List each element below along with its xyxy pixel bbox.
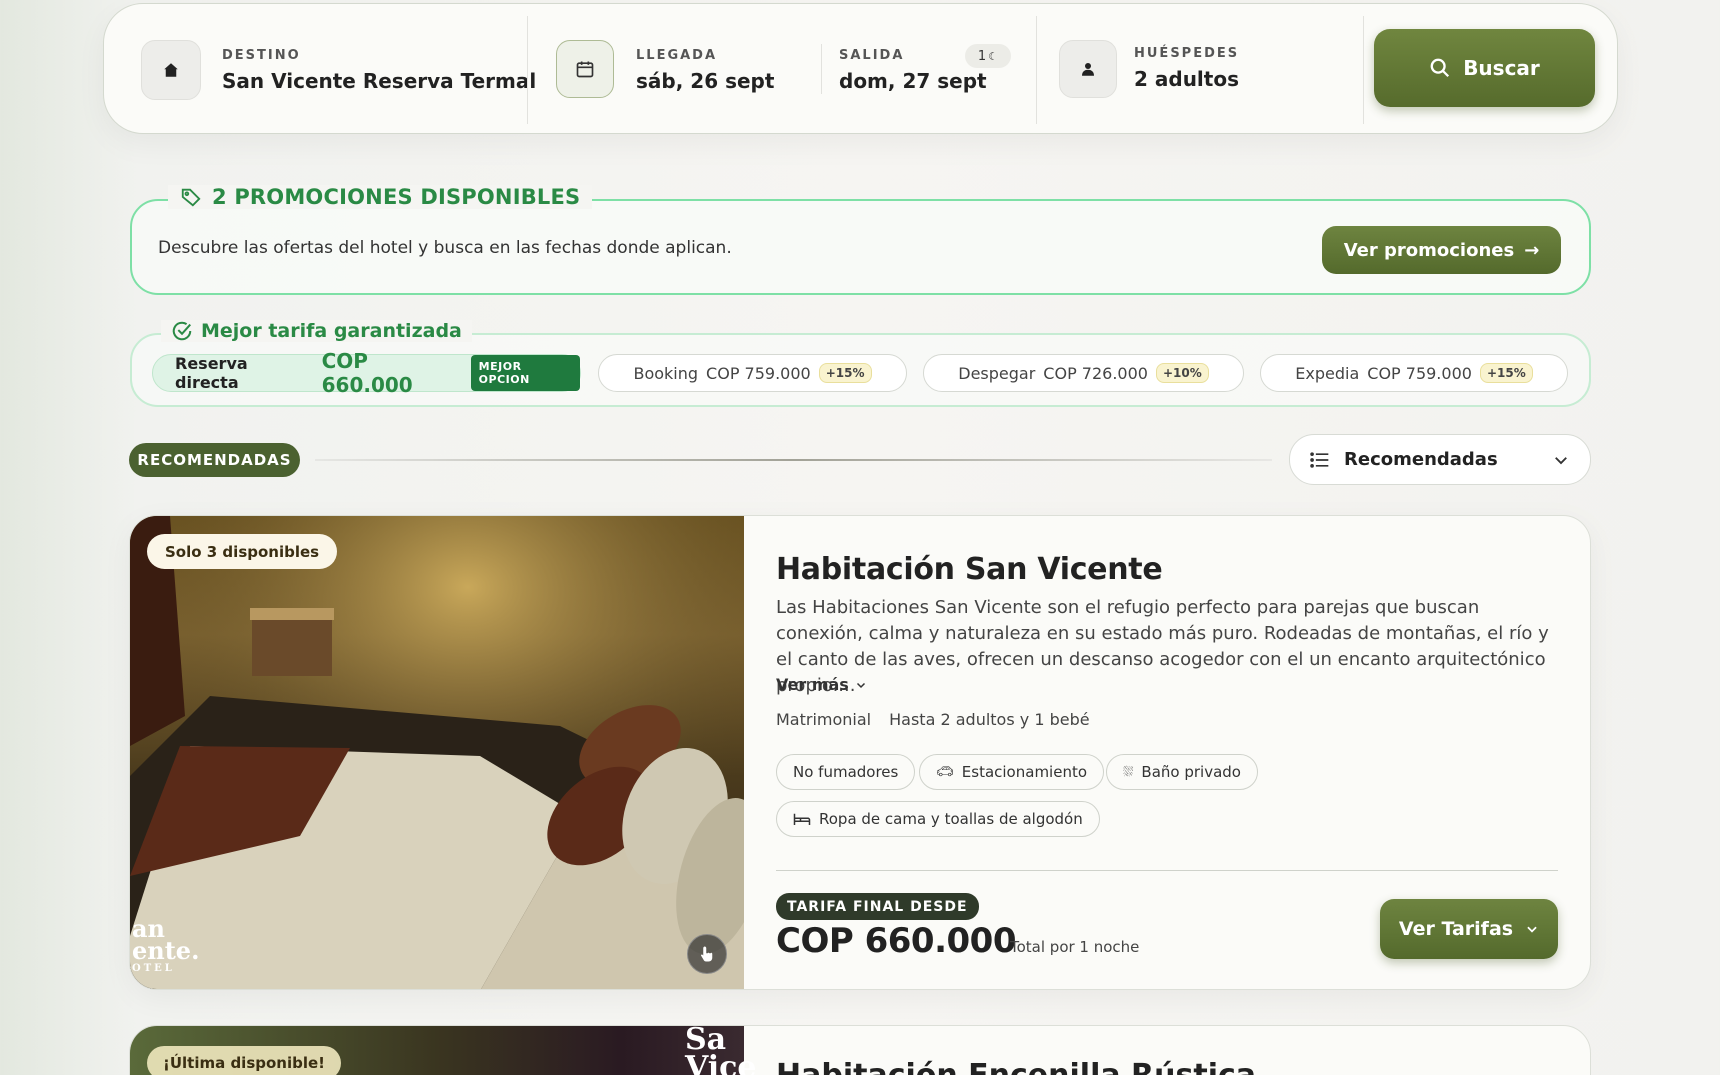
room-capacity: Hasta 2 adultos y 1 bebé bbox=[889, 710, 1090, 729]
best-option-badge: MEJOR OPCION bbox=[470, 355, 580, 391]
see-more-label: Ver más bbox=[776, 675, 849, 694]
room-card: ¡Última disponible! Sa Vice Habitación E… bbox=[129, 1025, 1591, 1075]
amenity-label: Ropa de cama y toallas de algodón bbox=[819, 810, 1083, 828]
chevron-down-icon bbox=[1555, 456, 1567, 464]
room-photo[interactable]: ¡Última disponible! Sa Vice bbox=[130, 1026, 757, 1075]
promotions-title-text: 2 PROMOCIONES DISPONIBLES bbox=[212, 185, 581, 209]
guests-value: 2 adultos bbox=[1134, 67, 1239, 91]
competitor-diff-badge: +15% bbox=[818, 363, 872, 383]
home-icon bbox=[141, 40, 201, 100]
destination-value: San Vicente Reserva Termal bbox=[222, 69, 537, 93]
departure-value: dom, 27 sept bbox=[839, 69, 987, 93]
view-promotions-button[interactable]: Ver promociones → bbox=[1322, 226, 1561, 274]
arrival-value: sáb, 26 sept bbox=[636, 69, 775, 93]
arrow-right-icon: → bbox=[1524, 239, 1540, 261]
amenity-tag: 🚗︎ Estacionamiento bbox=[919, 754, 1105, 790]
view-rates-button[interactable]: Ver Tarifas bbox=[1380, 899, 1558, 959]
room-photo[interactable]: Solo 3 disponibles an ente. OTEL bbox=[130, 516, 744, 989]
guests-label: HUÉSPEDES bbox=[1134, 46, 1240, 61]
section-divider bbox=[315, 459, 1272, 461]
arrival-field[interactable]: LLEGADA sáb, 26 sept bbox=[636, 48, 774, 93]
tag-icon bbox=[181, 188, 201, 207]
amenity-tag: Ropa de cama y toallas de algodón bbox=[776, 801, 1100, 837]
competitor-price: COP 759.000 bbox=[706, 363, 811, 383]
section-badge: RECOMENDADAS bbox=[129, 443, 300, 477]
competitor-name: Despegar bbox=[958, 363, 1036, 383]
availability-badge: ¡Última disponible! bbox=[147, 1046, 342, 1075]
amenity-label: Baño privado bbox=[1141, 763, 1241, 781]
amenity-tag: No fumadores bbox=[776, 754, 916, 790]
arrival-label: LLEGADA bbox=[636, 48, 718, 63]
final-rate-label: TARIFA FINAL DESDE bbox=[776, 893, 979, 920]
room-meta: Matrimonial Hasta 2 adultos y 1 bebé bbox=[776, 710, 1090, 729]
search-button[interactable]: Buscar bbox=[1374, 29, 1595, 107]
amenity-tag: ⛆ Baño privado bbox=[1106, 754, 1258, 790]
direct-rate-label: Reserva directa bbox=[175, 354, 248, 392]
list-icon bbox=[1310, 451, 1329, 468]
divider bbox=[1036, 16, 1037, 124]
room-price: COP 660.000 bbox=[776, 921, 1016, 961]
shower-icon: ⛆ bbox=[1123, 764, 1134, 780]
search-button-label: Buscar bbox=[1463, 56, 1540, 80]
hotel-logo-watermark: Sa Vice bbox=[685, 1026, 757, 1075]
divider bbox=[776, 870, 1558, 871]
calendar-icon bbox=[556, 40, 614, 98]
view-promotions-label: Ver promociones bbox=[1343, 239, 1515, 261]
price-note: Total por 1 noche bbox=[1010, 938, 1140, 956]
nights-count: 1 bbox=[977, 48, 987, 64]
see-more-link[interactable]: Ver más bbox=[776, 675, 867, 694]
competitor-rate-booking: Booking COP 759.000 +15% bbox=[598, 354, 907, 392]
search-icon bbox=[1430, 58, 1450, 78]
best-rate-title: Mejor tarifa garantizada bbox=[161, 320, 472, 342]
competitor-diff-badge: +15% bbox=[1479, 363, 1533, 383]
destination-field[interactable]: DESTINO San Vicente Reserva Termal bbox=[222, 48, 536, 93]
best-rate-title-text: Mejor tarifa garantizada bbox=[201, 320, 462, 342]
moon-icon: ☾ bbox=[988, 49, 999, 63]
hand-pointer-icon bbox=[701, 946, 713, 962]
competitor-rate-despegar: Despegar COP 726.000 +10% bbox=[923, 354, 1244, 392]
competitor-price: COP 759.000 bbox=[1367, 363, 1472, 383]
divider bbox=[1363, 16, 1364, 124]
guests-field[interactable]: HUÉSPEDES 2 adultos bbox=[1134, 46, 1239, 91]
chevron-down-icon bbox=[1527, 926, 1537, 933]
chevron-down-icon bbox=[856, 682, 865, 688]
divider bbox=[821, 44, 822, 94]
sort-value: Recomendadas bbox=[1344, 449, 1498, 470]
gallery-touch-button[interactable] bbox=[687, 934, 727, 974]
nights-badge: 1 ☾ bbox=[965, 44, 1011, 68]
competitor-rate-expedia: Expedia COP 759.000 +15% bbox=[1260, 354, 1568, 392]
watermark-line: Vice bbox=[685, 1050, 757, 1075]
promotions-description: Descubre las ofertas del hotel y busca e… bbox=[158, 238, 732, 258]
sort-dropdown[interactable]: Recomendadas bbox=[1289, 434, 1591, 485]
amenity-label: No fumadores bbox=[793, 763, 899, 781]
user-icon bbox=[1059, 40, 1117, 98]
direct-rate-pill: Reserva directa COP 660.000 MEJOR OPCION bbox=[152, 349, 581, 397]
competitor-price: COP 726.000 bbox=[1043, 363, 1148, 383]
room-title: Habitación Encenilla Rústica bbox=[776, 1058, 1256, 1075]
check-circle-icon bbox=[172, 321, 192, 341]
room-title: Habitación San Vicente bbox=[776, 552, 1163, 587]
destination-label: DESTINO bbox=[222, 48, 301, 63]
room-description: Las Habitaciones San Vicente son el refu… bbox=[776, 597, 1549, 696]
direct-rate-price: COP 660.000 bbox=[321, 349, 413, 397]
divider bbox=[527, 16, 528, 124]
hotel-logo-watermark: an ente. OTEL bbox=[132, 917, 200, 976]
bed-type: Matrimonial bbox=[776, 710, 872, 729]
watermark-line: ente. bbox=[132, 936, 200, 965]
competitor-name: Expedia bbox=[1295, 363, 1360, 383]
room-card: Solo 3 disponibles an ente. OTEL Habitac… bbox=[129, 515, 1591, 990]
amenity-label: Estacionamiento bbox=[961, 763, 1088, 781]
competitor-name: Booking bbox=[633, 363, 699, 383]
car-icon: 🚗︎ bbox=[936, 764, 954, 780]
promotions-title: 2 PROMOCIONES DISPONIBLES bbox=[168, 185, 593, 209]
view-rates-label: Ver Tarifas bbox=[1398, 918, 1514, 940]
bed-icon bbox=[793, 813, 811, 825]
competitor-diff-badge: +10% bbox=[1155, 363, 1209, 383]
availability-badge: Solo 3 disponibles bbox=[147, 534, 338, 569]
room-photo-illustration bbox=[130, 516, 744, 989]
